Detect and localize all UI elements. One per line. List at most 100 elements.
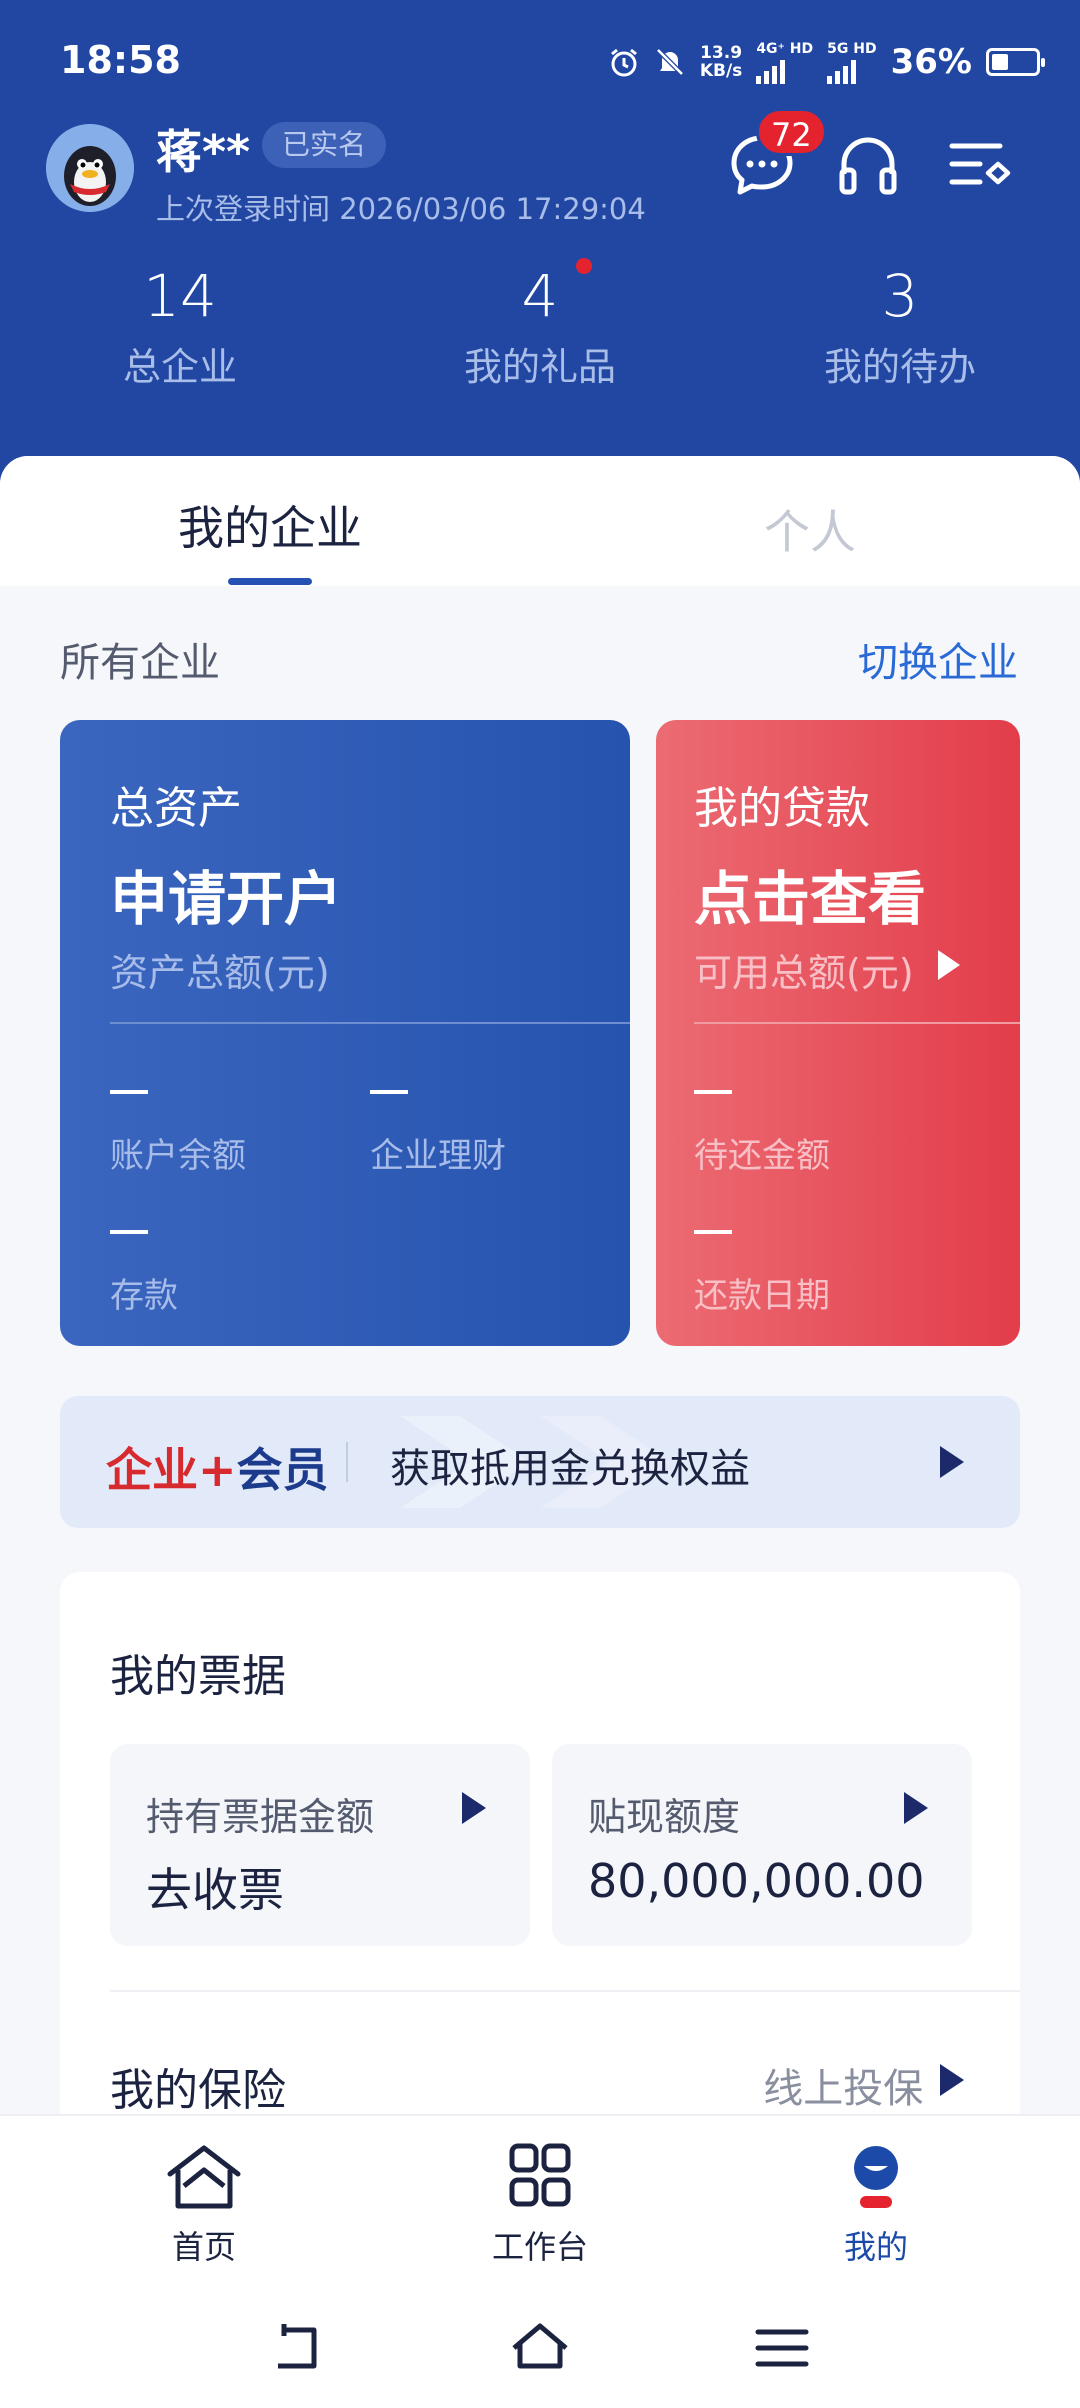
brand-member: 会员	[236, 1443, 329, 1497]
nav-label: 我的	[843, 2228, 908, 2266]
stat-label: 我的礼品	[463, 345, 616, 389]
member-banner-text: 获取抵用金兑换权益	[390, 1446, 750, 1492]
deposit-label: 存款	[110, 1276, 178, 1316]
chevron-right-icon	[940, 2064, 964, 2096]
section-label: 所有企业	[60, 640, 220, 686]
recent-apps-icon[interactable]	[752, 2320, 812, 2376]
profile-icon	[854, 2146, 898, 2208]
member-brand: 企业+会员	[106, 1434, 329, 1500]
tab-personal[interactable]: 个人	[540, 456, 1080, 586]
network-2-label: 5G HD	[827, 41, 877, 57]
chevron-right-icon	[938, 950, 960, 980]
stat-value: 4	[521, 262, 559, 330]
net-speed: 13.9 KB/s	[700, 44, 742, 80]
status-bar: 18:58 13.9 KB/s 4G⁺ HD 5G HD 36%	[0, 0, 1080, 120]
stat-label: 我的待办	[823, 345, 976, 389]
stat-label: 总企业	[122, 345, 237, 389]
headset-icon[interactable]	[832, 130, 904, 202]
grid-icon	[509, 2143, 571, 2207]
status-right: 13.9 KB/s 4G⁺ HD 5G HD 36%	[608, 40, 1045, 84]
online-insurance-link[interactable]: 线上投保	[763, 2056, 970, 2114]
open-account-link[interactable]: 申请开户	[110, 852, 342, 936]
collect-tickets-link[interactable]: 去收票	[146, 1854, 284, 1920]
my-loan-card[interactable]: 我的贷款 点击查看 可用总额(元) 待还金额 还款日期	[656, 720, 1020, 1346]
network-1: 4G⁺ HD	[756, 40, 813, 84]
card-title: 总资产	[110, 783, 242, 834]
holding-label: 持有票据金额	[146, 1795, 375, 1839]
divider	[110, 1990, 1020, 1992]
nav-workbench[interactable]: 工作台	[440, 2142, 640, 2268]
nav-mine[interactable]: 我的	[776, 2142, 976, 2268]
verified-badge: 已实名	[262, 122, 387, 168]
value-dash	[110, 1230, 148, 1234]
back-icon[interactable]	[270, 2320, 330, 2376]
value-dash	[110, 1090, 148, 1094]
banner-separator	[346, 1442, 348, 1482]
chevron-right-icon	[462, 1792, 486, 1824]
stat-value: 14	[143, 262, 217, 330]
chevron-right-icon	[904, 1792, 928, 1824]
tab-label: 个人	[764, 505, 856, 559]
last-login-time: 上次登录时间 2026/03/06 17:29:04	[156, 192, 646, 226]
chevron-right-icon	[940, 1446, 964, 1478]
card-subtitle: 资产总额(元)	[110, 951, 330, 995]
tickets-panel: 我的票据 持有票据金额 去收票 贴现额度 80,000,000.00 我的保险 …	[60, 1572, 1020, 2116]
menu-settings-icon[interactable]	[944, 130, 1016, 202]
value-dash	[694, 1090, 732, 1094]
header: 18:58 13.9 KB/s 4G⁺ HD 5G HD 36% 蒋** 已实名…	[0, 0, 1080, 520]
network-2: 5G HD	[827, 40, 877, 84]
stat-my-gifts[interactable]: 4 我的礼品	[390, 262, 690, 391]
home-icon	[167, 2145, 241, 2209]
stat-total-enterprises[interactable]: 14 总企业	[30, 262, 330, 391]
member-banner[interactable]: 企业+会员 获取抵用金兑换权益	[60, 1396, 1020, 1528]
card-subtitle: 可用总额(元)	[694, 951, 914, 995]
tickets-title: 我的票据	[110, 1651, 286, 1702]
discount-quota-box[interactable]: 贴现额度 80,000,000.00	[552, 1744, 972, 1946]
battery-icon	[986, 48, 1045, 76]
tab-underline	[228, 578, 312, 585]
nav-label: 工作台	[491, 2228, 588, 2266]
nav-label: 首页	[171, 2228, 236, 2266]
signal-icon	[756, 58, 813, 84]
tab-label: 我的企业	[178, 501, 362, 555]
card-title: 我的贷款	[694, 783, 870, 834]
signal-icon-2	[827, 58, 876, 84]
online-insurance-label: 线上投保	[763, 2066, 924, 2112]
discount-value: 80,000,000.00	[588, 1854, 925, 1908]
brand-enterprise: 企业	[106, 1443, 198, 1497]
value-dash	[694, 1230, 732, 1234]
brand-plus: +	[198, 1443, 237, 1497]
stat-my-todos[interactable]: 3 我的待办	[750, 262, 1050, 391]
value-dash	[370, 1090, 408, 1094]
holding-tickets-box[interactable]: 持有票据金额 去收票	[110, 1744, 530, 1946]
content-sheet: 我的企业 个人 所有企业 切换企业 总资产 申请开户 资产总额(元) 账户余额 …	[0, 456, 1080, 2116]
nav-home[interactable]: 首页	[104, 2142, 304, 2268]
system-nav-bar	[0, 2290, 1080, 2408]
message-badge: 72	[756, 108, 827, 156]
username: 蒋**	[156, 125, 251, 179]
amount-due-label: 待还金额	[694, 1136, 830, 1176]
battery-percent: 36%	[890, 42, 972, 82]
stat-value: 3	[881, 262, 919, 330]
mute-icon	[656, 48, 684, 76]
net-speed-unit: KB/s	[699, 61, 743, 81]
view-loan-link[interactable]: 点击查看	[694, 852, 926, 936]
tab-my-enterprise[interactable]: 我的企业	[0, 456, 540, 586]
alarm-icon	[610, 48, 637, 77]
switch-enterprise-link[interactable]: 切换企业	[858, 630, 1018, 688]
bottom-nav: 首页 工作台 我的	[0, 2114, 1080, 2290]
home-nav-icon[interactable]	[510, 2320, 570, 2376]
repayment-date-label: 还款日期	[694, 1276, 830, 1316]
insurance-title: 我的保险	[110, 2065, 286, 2116]
avatar[interactable]	[46, 124, 134, 212]
account-balance-label: 账户余额	[110, 1136, 246, 1176]
net-speed-value: 13.9	[700, 43, 743, 63]
divider	[694, 1022, 1020, 1024]
network-1-label: 4G⁺ HD	[756, 41, 814, 57]
penguin-avatar-icon	[46, 124, 134, 212]
total-assets-card[interactable]: 总资产 申请开户 资产总额(元) 账户余额 企业理财 存款	[60, 720, 630, 1346]
discount-label: 贴现额度	[588, 1795, 741, 1839]
status-time: 18:58	[60, 38, 181, 82]
gift-notification-dot	[576, 258, 592, 274]
divider	[110, 1022, 630, 1024]
